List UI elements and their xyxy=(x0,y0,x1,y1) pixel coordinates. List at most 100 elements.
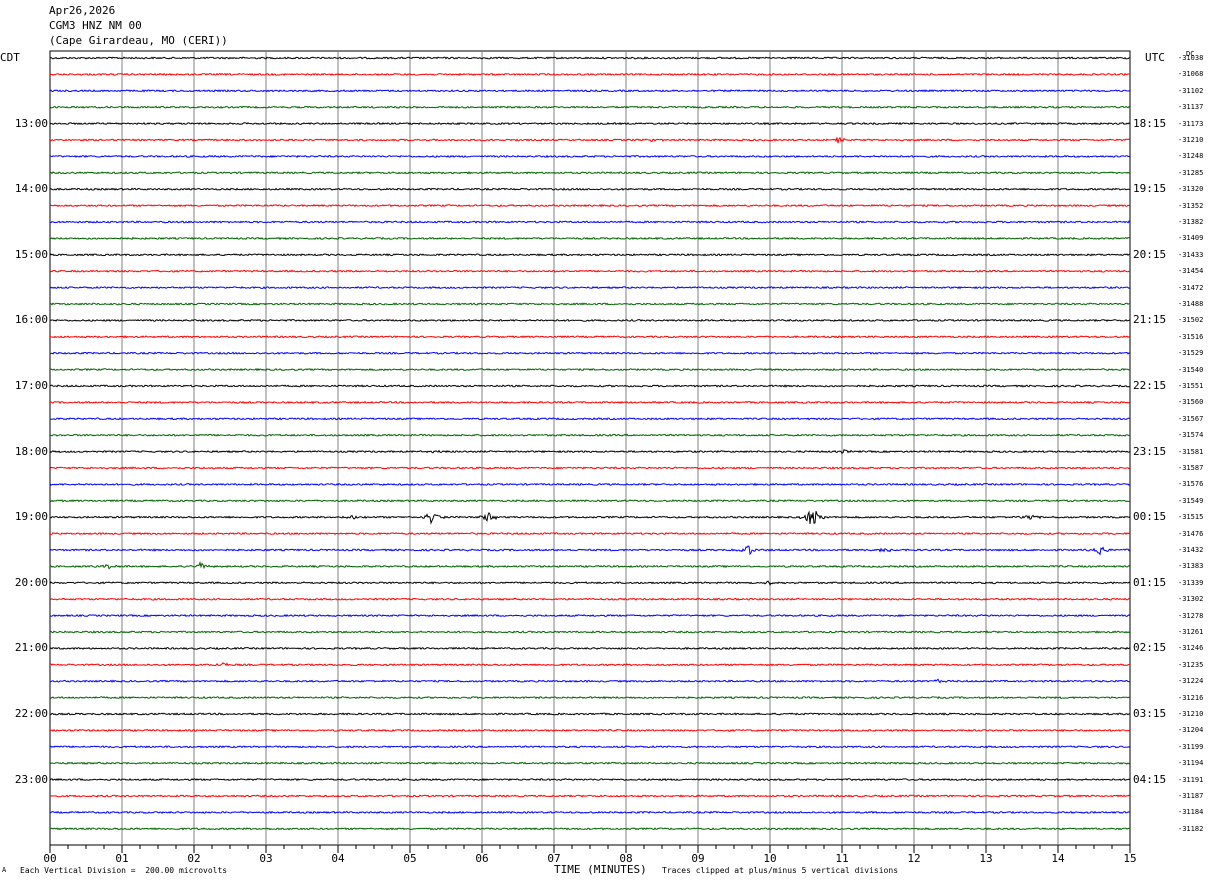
right-hour-label: 04:15 xyxy=(1133,772,1167,786)
x-tick-label: 15 xyxy=(1123,852,1137,865)
trace-line xyxy=(50,417,1131,421)
right-hour-label: 22:15 xyxy=(1133,379,1167,392)
dc-offset-label: -31549 xyxy=(1178,496,1204,505)
left-hour-label: 18:00 xyxy=(14,444,48,458)
trace-line xyxy=(49,810,1131,814)
dc-offset-label: -31204 xyxy=(1178,726,1204,735)
trace-line xyxy=(50,531,1131,536)
dc-offset-label: -31210 xyxy=(1178,710,1204,718)
x-tick-label: 03 xyxy=(259,852,273,865)
dc-offset-label: -31285 xyxy=(1178,168,1204,177)
right-hour-label: 02:15 xyxy=(1133,641,1167,655)
left-hour-label: 15:00 xyxy=(14,247,48,261)
trace-line xyxy=(49,171,1131,175)
dc-offset-label: -31576 xyxy=(1178,480,1204,489)
trace-line xyxy=(49,448,1131,455)
trace-line xyxy=(49,482,1131,487)
trace-line xyxy=(49,400,1131,405)
dc-offset-label: -31184 xyxy=(1178,808,1204,817)
dc-offset-label: -31339 xyxy=(1178,578,1204,587)
dc-offset-label: -31210 xyxy=(1178,136,1204,144)
x-tick-label: 05 xyxy=(403,852,417,865)
trace-line xyxy=(49,646,1131,651)
dc-offset-label: -31246 xyxy=(1178,644,1204,653)
dc-offset-label: -31235 xyxy=(1178,660,1204,669)
x-tick-label: 12 xyxy=(907,852,921,865)
dc-offset-label: -31581 xyxy=(1178,447,1204,456)
trace-line xyxy=(49,154,1131,159)
dc-offset-label: -31560 xyxy=(1178,398,1204,407)
trace-line xyxy=(49,466,1131,470)
trace-line xyxy=(49,236,1131,241)
dc-offset-label: -31472 xyxy=(1178,283,1204,292)
right-hour-label: 21:15 xyxy=(1133,313,1167,327)
x-tick-label: 10 xyxy=(763,852,777,865)
x-tick-label: 04 xyxy=(331,852,345,865)
dc-offset-label: -31516 xyxy=(1178,332,1204,341)
trace-line xyxy=(49,630,1131,634)
x-tick-label: 02 xyxy=(187,852,201,865)
trace-line xyxy=(49,56,1131,60)
trace-line xyxy=(49,367,1131,372)
x-tick-label: 00 xyxy=(43,852,57,865)
dc-offset-label: -31194 xyxy=(1178,759,1204,768)
dc-offset-label: -31278 xyxy=(1178,611,1204,620)
trace-line xyxy=(49,580,1131,586)
right-hour-label: 19:15 xyxy=(1133,182,1167,196)
dc-offset-label: -31567 xyxy=(1178,414,1204,423)
trace-line xyxy=(50,728,1131,733)
left-hour-label: 22:00 xyxy=(14,707,48,720)
dc-offset-label: -31574 xyxy=(1178,431,1204,440)
x-tick-label: 13 xyxy=(979,852,993,865)
dc-offset-label: -31182 xyxy=(1178,824,1204,833)
dc-offset-label: -31191 xyxy=(1178,775,1204,784)
trace-line xyxy=(49,545,1131,556)
dc-offset-label: -31502 xyxy=(1178,316,1204,325)
dc-offset-label: -31409 xyxy=(1178,234,1204,243)
footer-mark: A xyxy=(2,866,7,874)
trace-line xyxy=(49,662,1131,667)
dc-offset-label: -31540 xyxy=(1178,365,1204,374)
dc-offset-label: -31320 xyxy=(1178,185,1204,194)
dc-offset-label: -31551 xyxy=(1178,382,1204,390)
seismogram-plot xyxy=(49,50,1131,853)
left-hour-label: 23:00 xyxy=(14,772,48,786)
dc-offset-label: -31216 xyxy=(1178,693,1204,702)
dc-offset-label: -31433 xyxy=(1178,250,1204,259)
trace-line xyxy=(49,613,1131,618)
trace-line xyxy=(49,433,1130,437)
dc-offset-label: -31476 xyxy=(1178,529,1204,538)
right-hour-label: 18:15 xyxy=(1133,116,1167,130)
trace-line xyxy=(49,560,1131,570)
dc-offset-label: -31302 xyxy=(1178,595,1204,604)
right-hour-label: 23:15 xyxy=(1133,444,1167,458)
trace-line xyxy=(49,285,1131,290)
dc-offset-label: -31038 xyxy=(1178,54,1204,62)
trace-line xyxy=(50,351,1131,355)
trace-line xyxy=(49,695,1131,700)
x-tick-label: 06 xyxy=(475,852,489,865)
right-hour-label: 03:15 xyxy=(1133,707,1167,720)
dc-offset-label: -31137 xyxy=(1178,103,1204,112)
trace-line xyxy=(49,712,1131,716)
dc-offset-label: -31199 xyxy=(1178,742,1204,751)
vertical-division-note: Each Vertical Division = 200.00 microvol… xyxy=(20,866,228,875)
dc-offset-label: -31383 xyxy=(1178,562,1204,571)
trace-line xyxy=(49,105,1131,109)
trace-line xyxy=(49,761,1131,765)
trace-line xyxy=(49,499,1131,503)
dc-offset-label: -31382 xyxy=(1178,218,1204,226)
left-hour-label: 19:00 xyxy=(14,510,48,524)
x-axis-title: TIME (MINUTES) xyxy=(554,863,647,876)
trace-line xyxy=(50,794,1131,798)
trace-line xyxy=(49,827,1131,831)
dc-offset-label: -31587 xyxy=(1178,464,1204,472)
x-tick-label: 09 xyxy=(691,852,705,865)
dc-offset-label: -31529 xyxy=(1178,349,1204,358)
dc-offset-label: -31432 xyxy=(1178,546,1204,554)
trace-line xyxy=(49,136,1131,144)
trace-line xyxy=(49,745,1131,749)
trace-line xyxy=(49,335,1131,339)
left-hour-label: 14:00 xyxy=(14,182,48,196)
dc-offset-label: -31352 xyxy=(1178,201,1204,210)
